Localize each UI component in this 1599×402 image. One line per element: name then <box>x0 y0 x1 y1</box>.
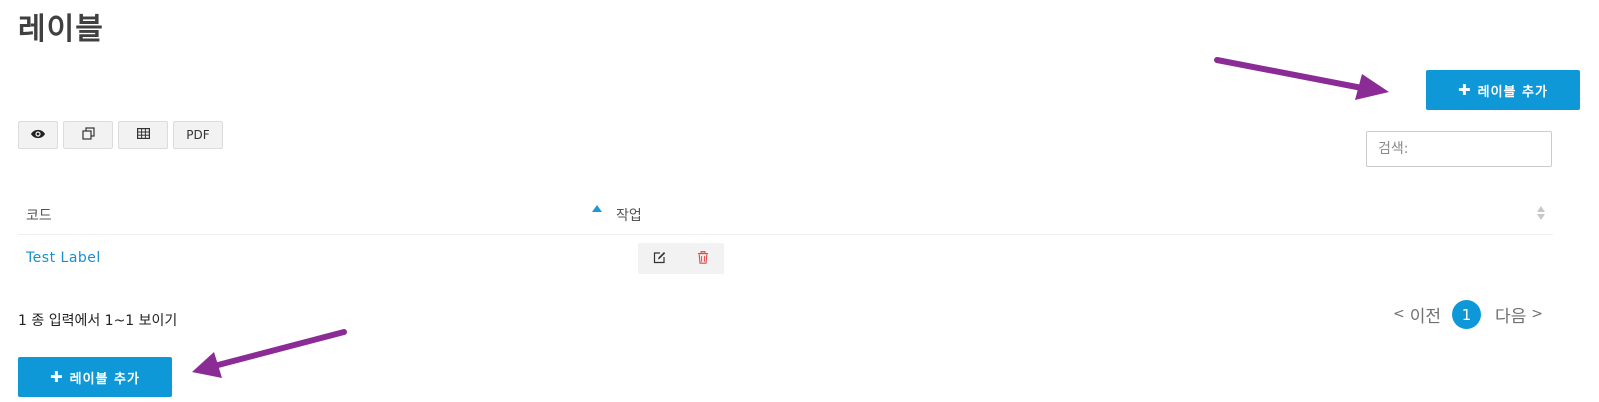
sort-both-icon[interactable] <box>1537 206 1545 220</box>
trash-icon <box>697 249 709 268</box>
plus-icon: ✚ <box>1458 81 1472 99</box>
next-label: 다음 <box>1495 306 1527 327</box>
pdf-button[interactable]: PDF <box>173 121 223 149</box>
page-1-button[interactable]: 1 <box>1452 300 1481 329</box>
annotation-arrow-top <box>1214 57 1389 100</box>
edit-button[interactable] <box>638 243 681 274</box>
prev-label: 이전 <box>1409 306 1442 327</box>
page-title: 레이블 <box>18 12 104 47</box>
table-info: 1 종 입력에서 1~1 보이기 <box>18 313 178 329</box>
search-input[interactable] <box>1366 131 1552 167</box>
chevron-left-icon: < <box>1393 306 1405 322</box>
add-label-text: 레이블 추가 <box>1477 84 1548 100</box>
delete-button[interactable] <box>681 243 724 274</box>
label-code-link[interactable]: Test Label <box>26 250 101 266</box>
pdf-label: PDF <box>186 128 210 142</box>
prev-page-button[interactable]: < 이전 <box>1393 300 1441 328</box>
row-actions <box>638 243 724 274</box>
copy-button[interactable] <box>63 121 113 149</box>
add-label-text: 레이블 추가 <box>69 371 140 387</box>
next-page-button[interactable]: 다음 > <box>1495 300 1543 328</box>
table-icon <box>136 128 150 142</box>
add-label-button-bottom[interactable]: ✚ 레이블 추가 <box>18 357 172 397</box>
view-button[interactable] <box>18 121 58 149</box>
edit-icon <box>653 249 666 268</box>
eye-icon <box>30 128 46 143</box>
sort-asc-icon[interactable] <box>592 205 602 212</box>
excel-button[interactable] <box>118 121 168 149</box>
copy-icon <box>81 127 95 143</box>
column-header-code[interactable]: 코드 <box>26 205 52 225</box>
header-divider <box>18 234 1553 235</box>
annotation-arrow-bottom <box>192 329 347 378</box>
chevron-right-icon: > <box>1531 306 1544 322</box>
add-label-button-top[interactable]: ✚ 레이블 추가 <box>1426 70 1580 110</box>
column-header-actions[interactable]: 작업 <box>616 205 642 225</box>
plus-icon: ✚ <box>50 368 64 386</box>
annotation-arrows <box>192 57 1389 378</box>
